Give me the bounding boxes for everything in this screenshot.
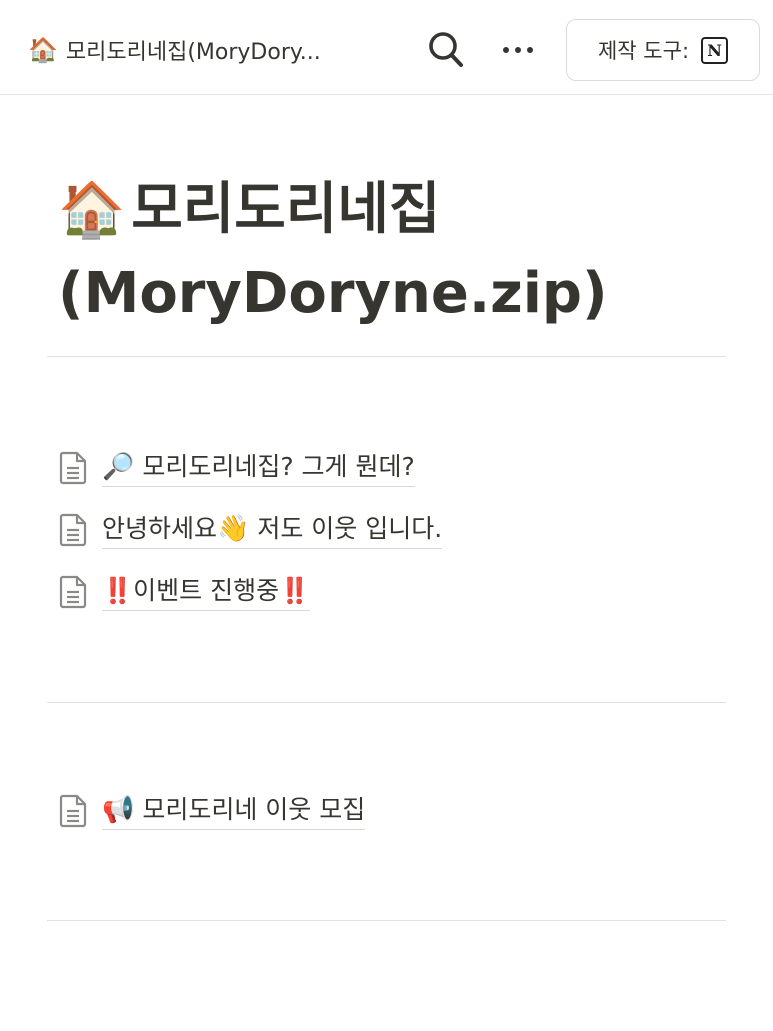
more-horizontal-icon	[503, 47, 533, 53]
magnifier-emoji-icon: 🔎	[102, 451, 135, 482]
megaphone-emoji-icon: 📢	[102, 794, 135, 825]
page-link-label: 🔎 모리도리네집? 그게 뭔데?	[102, 450, 415, 487]
divider	[47, 920, 726, 921]
page-link-hello[interactable]: 안녕하세요👋 저도 이웃 입니다.	[58, 508, 443, 552]
house-emoji-icon: 🏠	[58, 178, 126, 241]
divider	[47, 356, 726, 357]
built-with-notion-button[interactable]: 제작 도구: N	[566, 19, 760, 81]
document-icon	[58, 513, 88, 547]
house-emoji-icon: 🏠	[28, 36, 58, 64]
divider	[47, 702, 726, 703]
notion-logo-icon: N	[701, 36, 729, 64]
double-exclamation-icon: ‼️	[279, 575, 311, 605]
more-options-button[interactable]	[496, 26, 540, 74]
builder-label: 제작 도구:	[597, 39, 690, 63]
waving-hand-emoji-icon: 👋	[217, 513, 250, 544]
page-title: 🏠 모리도리네집 (MoryDoryne.zip)	[58, 168, 738, 336]
breadcrumb[interactable]: 🏠 모리도리네집(MoryDory...	[28, 30, 321, 70]
document-icon	[58, 575, 88, 609]
page-link-label: 📢 모리도리네 이웃 모집	[102, 793, 366, 830]
page-title-line1: 모리도리네집	[131, 177, 441, 242]
page-link-recruit[interactable]: 📢 모리도리네 이웃 모집	[58, 789, 366, 833]
page-link-about[interactable]: 🔎 모리도리네집? 그게 뭔데?	[58, 446, 415, 490]
search-button[interactable]	[424, 26, 468, 74]
document-icon	[58, 794, 88, 828]
page-link-event[interactable]: ‼️이벤트 진행중‼️	[58, 570, 311, 614]
breadcrumb-title: 모리도리네집(MoryDory...	[65, 40, 321, 65]
document-icon	[58, 451, 88, 485]
page-link-label: 안녕하세요👋 저도 이웃 입니다.	[102, 512, 443, 549]
page-title-line2: (MoryDoryne.zip)	[58, 261, 608, 326]
search-icon	[429, 32, 463, 67]
double-exclamation-icon: ‼️	[102, 575, 134, 605]
page-link-label: ‼️이벤트 진행중‼️	[102, 574, 311, 611]
top-bar: 🏠 모리도리네집(MoryDory... 제작 도구: N	[0, 0, 773, 95]
